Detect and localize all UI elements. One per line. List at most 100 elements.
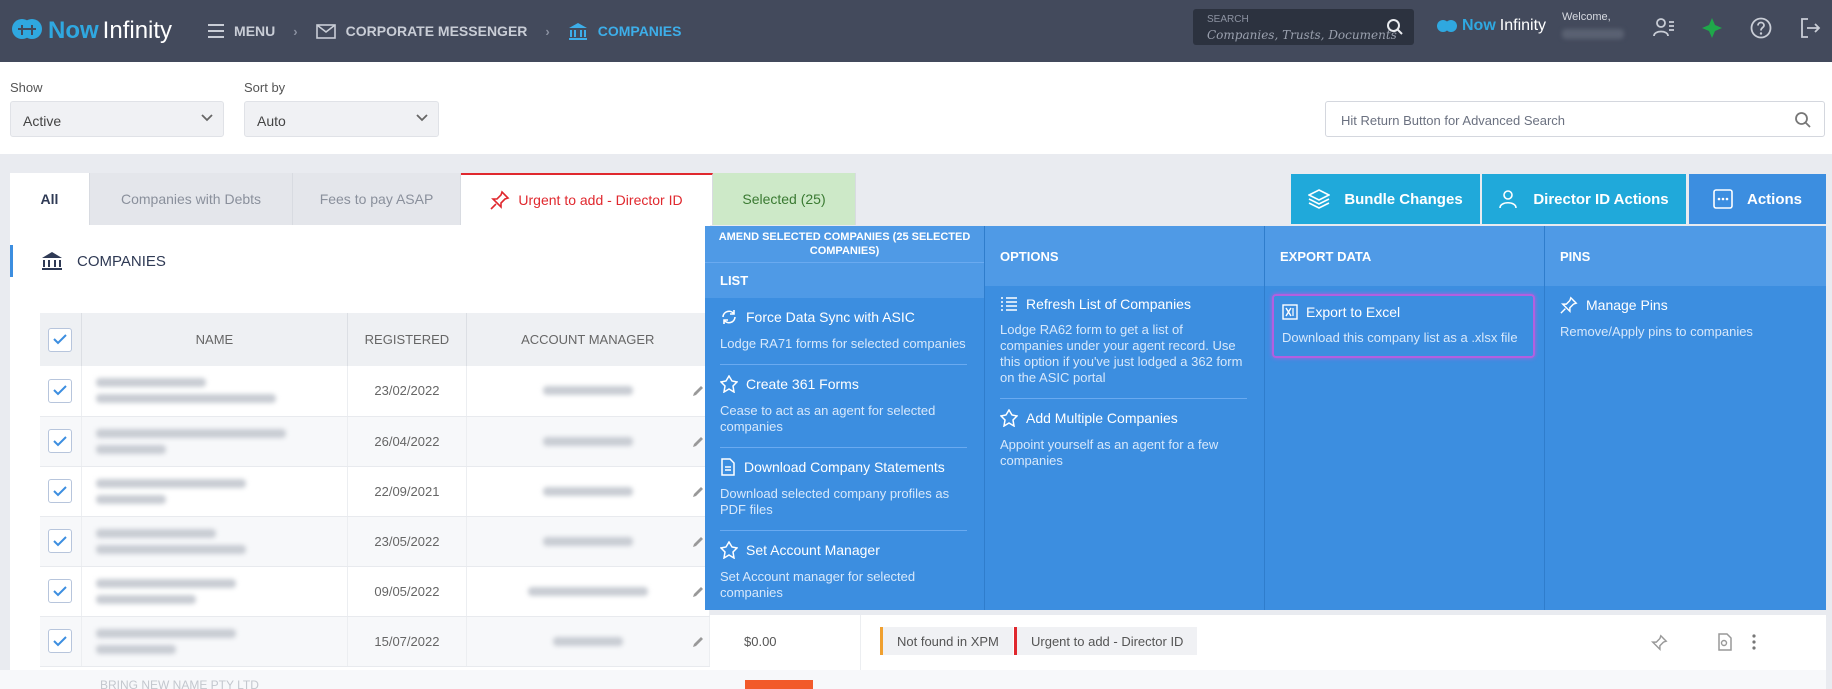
menu-item-manage-pins[interactable]: Manage Pins Remove/Apply pins to compani… [1560,286,1809,352]
tab-urgent-director-id[interactable]: Urgent to add - Director ID [461,173,713,225]
pencil-icon[interactable] [691,435,705,449]
envelope-icon [315,23,336,39]
tab-fees-to-pay-asap[interactable]: Fees to pay ASAP [293,173,461,225]
check-icon [53,334,68,345]
pdf-icon [721,458,735,476]
chevron-down-icon [416,114,428,122]
user-id-icon [1499,190,1518,209]
tab-urgent-label: Urgent to add - Director ID [518,192,683,208]
table-row[interactable]: 23/05/2022 [40,516,711,567]
menu-button[interactable]: MENU [208,23,275,39]
search-icon[interactable] [1794,111,1812,129]
tab-selected[interactable]: Selected (25) [713,173,856,225]
registered-date: 23/02/2022 [347,366,467,417]
registered-date: 26/04/2022 [347,416,467,467]
top-bar: Now Infinity MENU › CORPORATE MESSENGER ›… [0,0,1832,62]
user-list-icon[interactable] [1653,17,1675,37]
bundle-changes-button[interactable]: Bundle Changes [1291,174,1480,224]
more-horizontal-icon [1713,189,1733,209]
excel-icon [1282,304,1298,320]
column-name[interactable]: NAME [81,313,349,366]
bank-icon [42,252,62,270]
pencil-icon[interactable] [691,585,705,599]
table-row[interactable]: 22/09/2021 [40,466,711,517]
menu-item-title: Create 361 Forms [746,376,859,392]
pencil-icon[interactable] [691,485,705,499]
form-icon [1000,409,1018,427]
help-icon[interactable] [1750,17,1772,39]
menu-item-add-multiple[interactable]: Add Multiple Companies Appoint yourself … [1000,399,1247,481]
search-icon[interactable] [1386,18,1404,36]
row-checkbox-cell [40,366,82,417]
row-checkbox[interactable] [48,378,73,403]
pins-items: Manage Pins Remove/Apply pins to compani… [1545,286,1826,366]
registered-date: 09/05/2022 [347,566,467,617]
check-icon [53,485,68,496]
pencil-icon[interactable] [691,635,705,649]
select-all-checkbox[interactable] [48,327,73,352]
registered-date: 22/09/2021 [347,466,467,517]
menu-item-title: Add Multiple Companies [1026,410,1178,426]
menu-item-desc: Lodge RA62 form to get a list of compani… [1000,322,1243,385]
user-name-redacted [1562,29,1624,39]
table-header: NAME REGISTERED ACCOUNT MANAGER [40,313,711,366]
partner-logo-infinity: Infinity [1499,17,1547,34]
sort-select[interactable]: Auto [244,101,439,137]
pencil-icon[interactable] [691,535,705,549]
global-search-input[interactable]: SEARCH Companies, Trusts, Documents [1193,9,1414,45]
partner-logo: Now Infinity [1436,17,1546,35]
breadcrumb-companies[interactable]: COMPANIES [568,22,681,40]
brain-icon [12,19,42,39]
menu-item-title: Set Account Manager [746,542,880,558]
advanced-search-input[interactable]: Hit Return Button for Advanced Search [1325,101,1825,137]
row-checkbox[interactable] [48,429,73,453]
table-row[interactable]: 26/04/2022 [40,416,711,467]
layers-icon [1308,189,1331,209]
status-indicator-icon[interactable] [1701,17,1723,39]
form-icon [720,375,738,393]
bundle-changes-label: Bundle Changes [1344,190,1463,208]
debt-amount: $0.00 [744,634,777,649]
menu-item-force-data-sync[interactable]: Force Data Sync with ASIC Lodge RA71 for… [720,298,967,365]
company-name-redacted [81,516,349,567]
column-registered[interactable]: REGISTERED [347,313,467,366]
company-name-redacted [81,616,349,667]
sort-select-value: Auto [257,113,286,129]
menu-item-refresh-list[interactable]: Refresh List of Companies Lodge RA62 for… [1000,286,1247,399]
more-vertical-icon[interactable] [1751,633,1757,651]
select-all-cell [40,313,82,366]
section-title-label: COMPANIES [77,252,166,270]
row-checkbox[interactable] [48,529,73,553]
app-logo[interactable]: Now Infinity [10,17,172,45]
check-icon [53,435,68,446]
column-account-manager[interactable]: ACCOUNT MANAGER [466,313,711,366]
director-id-actions-button[interactable]: Director ID Actions [1482,174,1686,224]
document-search-icon[interactable] [1717,633,1733,651]
options-heading: OPTIONS [985,226,1264,286]
actions-dropdown-menu: AMEND SELECTED COMPANIES (25 SELECTED CO… [705,226,1826,610]
breadcrumb: MENU › CORPORATE MESSENGER › COMPANIES [208,22,681,40]
table-row[interactable]: 15/07/2022 [40,616,711,667]
row-checkbox[interactable] [48,629,73,653]
breadcrumb-corporate-messenger[interactable]: CORPORATE MESSENGER [315,23,527,39]
pencil-icon[interactable] [691,384,705,398]
account-manager-cell [466,566,711,617]
tab-companies-with-debts[interactable]: Companies with Debts [90,173,293,225]
list-icon [1001,297,1017,311]
tab-all[interactable]: All [10,173,90,225]
menu-item-download-statements[interactable]: Download Company Statements Download sel… [720,448,967,531]
logout-icon[interactable] [1799,17,1821,39]
table-row[interactable]: 23/02/2022 [40,366,711,417]
row-checkbox[interactable] [48,579,73,603]
menu-item-title: Force Data Sync with ASIC [746,309,915,325]
row-checkbox[interactable] [48,479,73,503]
show-select[interactable]: Active [10,101,224,137]
row-checkbox-cell [40,566,82,617]
menu-item-create-361-forms[interactable]: Create 361 Forms Cease to act as an agen… [720,365,967,448]
actions-button[interactable]: Actions [1689,174,1826,224]
pin-icon[interactable] [1650,634,1668,652]
menu-item-export-excel[interactable]: Export to Excel Download this company li… [1272,294,1535,358]
table-row[interactable]: 09/05/2022 [40,566,711,617]
menu-column-pins: PINS Manage Pins Remove/Apply pins to co… [1545,226,1826,610]
menu-item-set-account-manager[interactable]: Set Account Manager Set Account manager … [720,531,967,613]
